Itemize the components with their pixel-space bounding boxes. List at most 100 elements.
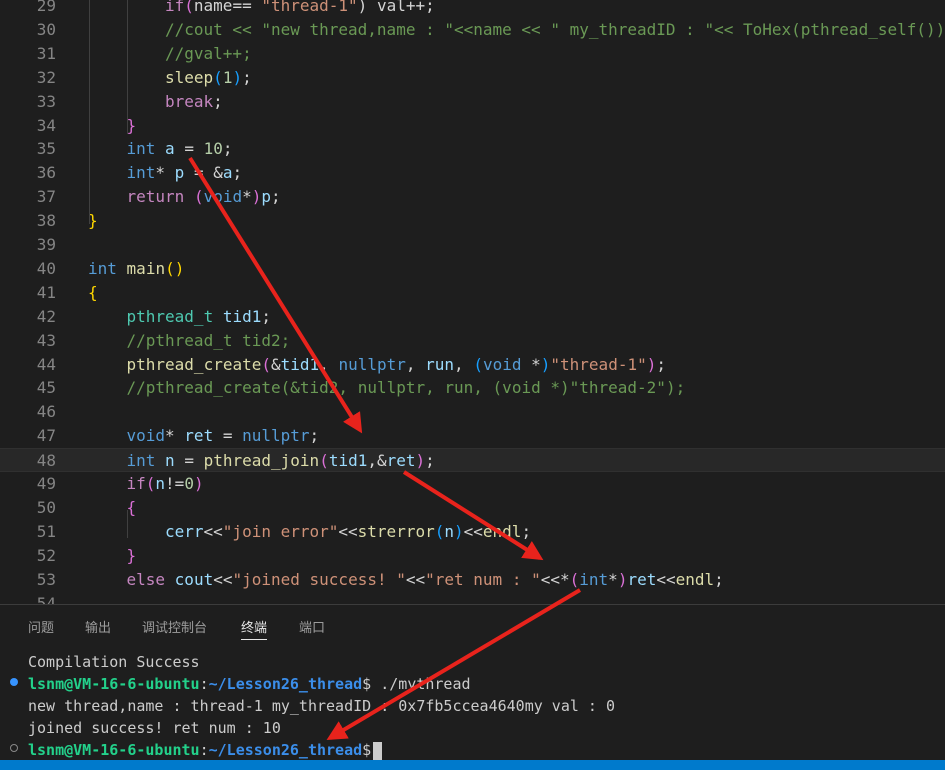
code-line[interactable]: 30 //cout << "new thread,name : "<<name <… [0, 18, 945, 42]
line-number: 33 [36, 91, 56, 111]
line-number: 47 [36, 426, 56, 446]
line-number: 37 [36, 187, 56, 207]
code-line[interactable]: 35 int a = 10; [0, 137, 945, 161]
line-number: 51 [36, 521, 56, 541]
panel-tabs: 问题 输出 调试控制台 终端 端口 [0, 605, 945, 645]
line-number: 30 [36, 19, 56, 39]
terminal-output-line: joined success! ret num : 10 [28, 719, 281, 737]
code-line[interactable]: 46 [0, 400, 945, 424]
tab-debug-console[interactable]: 调试控制台 [142, 617, 207, 636]
terminal-cursor [373, 741, 383, 760]
line-number: 34 [36, 115, 56, 135]
code-text: int n = pthread_join(tid1,&ret); [126, 451, 435, 471]
code-text: else cout<<"joined success! "<<"ret num … [126, 569, 724, 589]
code-text: int a = 10; [126, 139, 233, 159]
prompt-path: ~/Lesson26_thread [208, 675, 363, 693]
line-number: 38 [36, 211, 56, 231]
prompt-sep: : [199, 675, 209, 693]
command-success-dot[interactable] [10, 678, 18, 686]
code-line[interactable]: 34} [0, 114, 945, 138]
code-text: sleep(1); [165, 67, 252, 87]
code-text: break; [165, 91, 223, 111]
bottom-panel: 问题 输出 调试控制台 终端 端口 Compilation Success ls… [0, 604, 945, 770]
code-text: pthread_create(&tid1, nullptr, run, (voi… [126, 354, 667, 374]
code-line[interactable]: 29 if(name== "thread-1") val++; [0, 0, 945, 18]
code-line[interactable]: 52} [0, 544, 945, 568]
code-line[interactable]: 44 pthread_create(&tid1, nullptr, run, (v… [0, 353, 945, 377]
prompt-path: ~/Lesson26_thread [208, 741, 363, 759]
code-text: //pthread_t tid2; [126, 330, 291, 350]
code-text: } [126, 545, 137, 565]
code-line[interactable]: 31 //gval++; [0, 42, 945, 66]
tab-terminal[interactable]: 终端 [241, 617, 268, 640]
prompt-user: lsnm@VM-16-6-ubuntu [28, 675, 200, 693]
code-text: if(n!=0) [126, 474, 204, 493]
line-number: 46 [36, 402, 56, 422]
code-text: //cout << "new thread,name : "<<name << … [165, 19, 945, 39]
code-text: { [88, 282, 98, 302]
code-text: void* ret = nullptr; [126, 426, 320, 446]
code-line[interactable]: 48 int n = pthread_join(tid1,&ret); [0, 448, 945, 473]
code-text: return (void*)p; [126, 187, 281, 207]
tab-output[interactable]: 输出 [85, 617, 111, 636]
code-line[interactable]: 51 cerr<<"join error"<<strerror(n)<<endl; [0, 520, 945, 544]
code-line[interactable]: 50{ [0, 496, 945, 520]
code-editor[interactable]: 29 if(name== "thread-1") val++; 30 //cout <… [0, 0, 945, 604]
code-line[interactable]: 36 int* p = &a; [0, 161, 945, 185]
line-number: 36 [36, 163, 56, 183]
code-line[interactable]: 33 break; [0, 90, 945, 114]
command-text: ./mythread [371, 675, 471, 693]
tab-problems[interactable]: 问题 [28, 617, 54, 636]
code-line[interactable]: 42 pthread_t tid1; [0, 305, 945, 329]
code-line[interactable]: 40 int main() [0, 257, 945, 281]
code-line[interactable]: 38} [0, 209, 945, 233]
line-number: 43 [36, 330, 56, 350]
line-number: 50 [36, 497, 56, 517]
code-text: //gval++; [165, 43, 252, 63]
code-line[interactable]: 43 //pthread_t tid2; [0, 329, 945, 353]
code-line[interactable]: 54 [0, 592, 945, 605]
line-number: 31 [36, 43, 56, 63]
line-number: 35 [36, 139, 56, 159]
indent-guide [89, 0, 90, 224]
code-line[interactable]: 39 [0, 233, 945, 257]
command-pending-dot[interactable] [10, 744, 18, 752]
line-number: 44 [36, 354, 56, 374]
code-line[interactable]: 53 else cout<<"joined success! "<<"ret nu… [0, 568, 945, 592]
code-line[interactable]: 49 if(n!=0) [0, 472, 945, 496]
code-text: int main() [88, 258, 185, 278]
prompt-sep: : [199, 741, 209, 759]
status-bar [0, 760, 945, 770]
code-line[interactable]: 32 sleep(1); [0, 66, 945, 90]
line-number: 54 [36, 593, 56, 605]
code-text: int* p = &a; [126, 163, 243, 183]
line-number: 49 [36, 474, 56, 493]
line-number: 40 [36, 258, 56, 278]
terminal-output-line: new thread,name : thread-1 my_threadID :… [28, 697, 615, 715]
line-number: 41 [36, 282, 56, 302]
prompt-dollar: $ [362, 675, 372, 693]
code-line[interactable]: 45 //pthread_create(&tid2, nullptr, run, … [0, 376, 945, 400]
line-number: 52 [36, 545, 56, 565]
prompt-dollar: $ [362, 741, 372, 759]
terminal-line: Compilation Success [28, 653, 200, 671]
prompt-user: lsnm@VM-16-6-ubuntu [28, 741, 200, 759]
terminal-prompt-line: lsnm@VM-16-6-ubuntu:~/Lesson26_thread$ .… [28, 673, 471, 695]
line-number: 39 [36, 235, 56, 254]
indent-guide [127, 510, 128, 538]
tab-ports[interactable]: 端口 [299, 617, 325, 636]
terminal-prompt-line: lsnm@VM-16-6-ubuntu:~/Lesson26_thread$ [28, 739, 383, 761]
line-number: 53 [36, 569, 56, 589]
code-text: pthread_t tid1; [126, 306, 272, 326]
code-line[interactable]: 41 { [0, 281, 945, 305]
code-line[interactable]: 47 void* ret = nullptr; [0, 424, 945, 448]
line-number: 45 [36, 378, 56, 398]
line-number: 32 [36, 67, 56, 87]
line-number: 48 [36, 451, 56, 471]
code-text: if(name== "thread-1") val++; [165, 0, 435, 15]
indent-guide [127, 0, 128, 134]
code-line[interactable]: 37 return (void*)p; [0, 185, 945, 209]
line-number: 29 [36, 0, 56, 15]
line-number: 42 [36, 306, 56, 326]
code-text: cerr<<"join error"<<strerror(n)<<endl; [165, 521, 532, 541]
